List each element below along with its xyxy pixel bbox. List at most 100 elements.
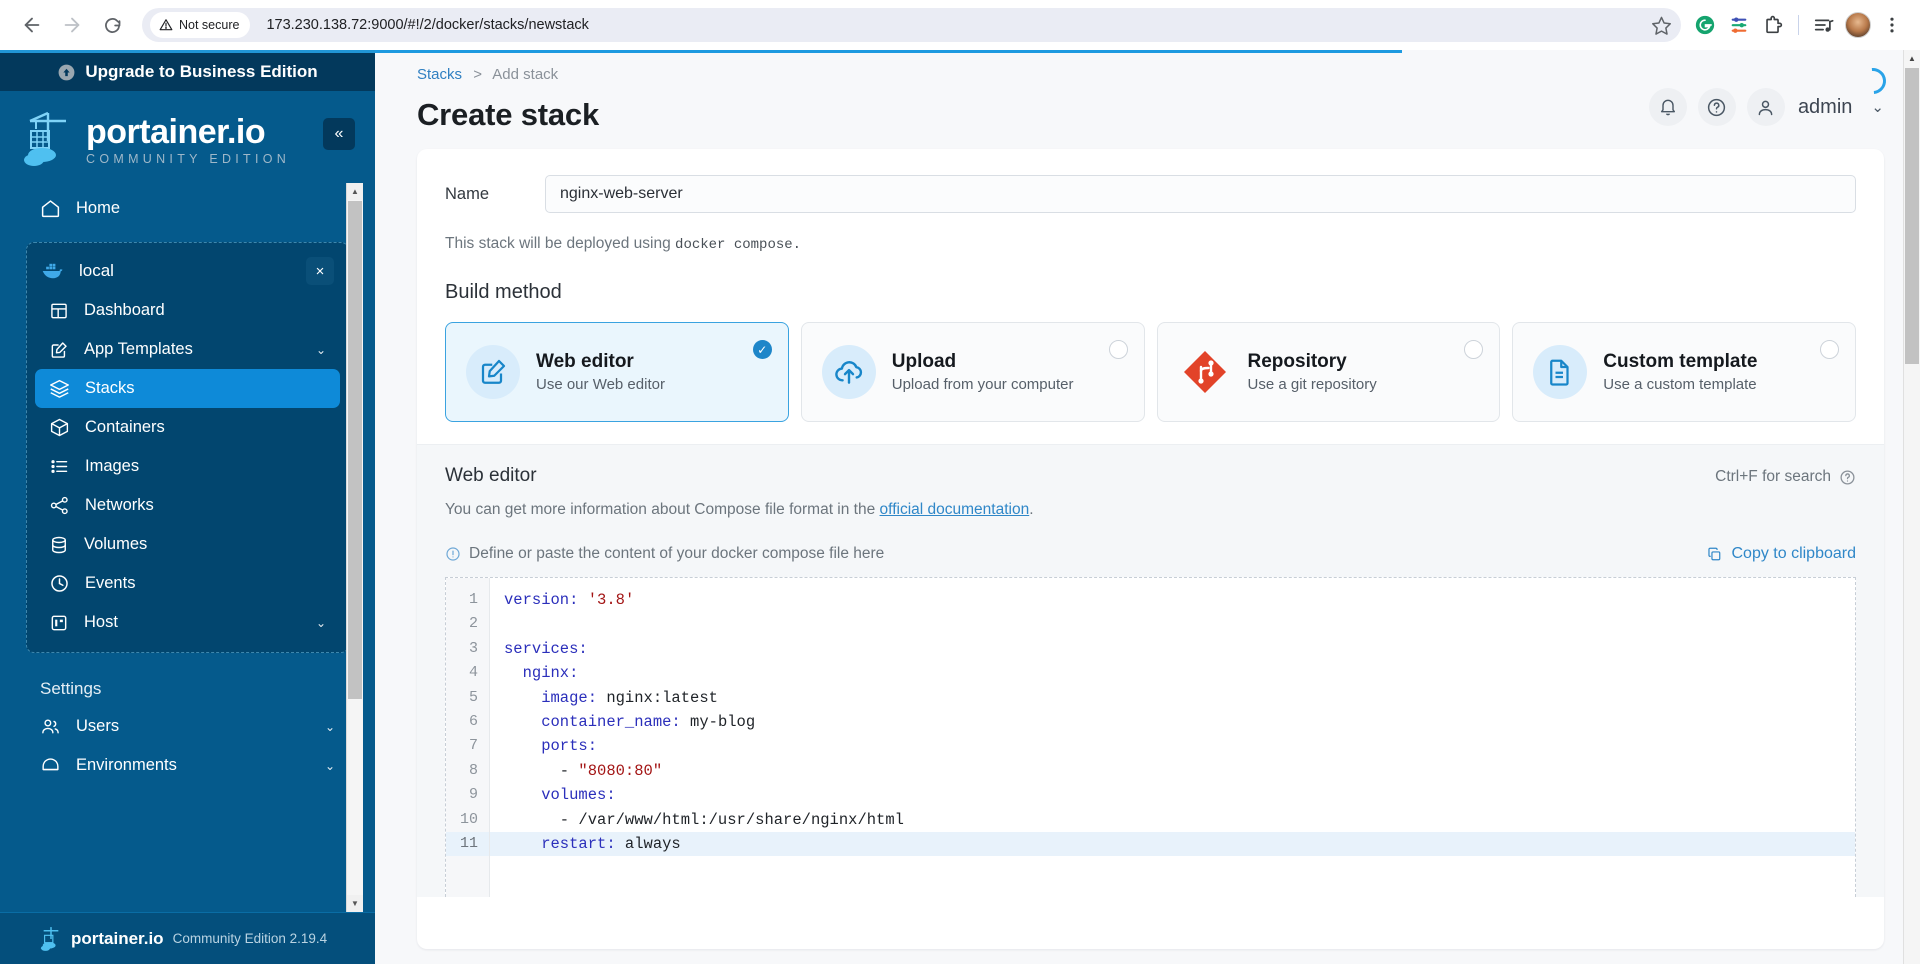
radio-unselected-icon[interactable] [1820,340,1839,359]
puzzle-extensions-button[interactable] [1757,9,1789,41]
sidebar-item-volumes[interactable]: Volumes [35,525,340,564]
sidebar-scrollbar[interactable]: ▲ ▼ [346,183,363,912]
stack-name-input[interactable] [545,175,1856,213]
color-filter-extension-button[interactable] [1723,9,1755,41]
forward-button[interactable] [52,5,92,45]
sidebar-item-users[interactable]: Users ⌄ [26,707,349,746]
breadcrumb-separator: > [473,66,482,83]
scroll-up-arrow-icon[interactable]: ▲ [347,183,363,200]
build-method-title-label: Custom template [1603,351,1758,372]
back-arrow-icon [24,17,40,33]
breadcrumb-stacks-link[interactable]: Stacks [417,66,462,83]
user-avatar-button[interactable] [1746,88,1785,126]
person-icon [1759,100,1773,115]
media-playlist-button[interactable] [1808,9,1840,41]
sidebar-item-events[interactable]: Events [35,564,340,603]
web-editor-note: Define or paste the content of your dock… [445,545,884,563]
sidebar-item-label: App Templates [84,340,193,358]
sidebar-item-home[interactable]: Home [26,189,349,228]
line-number: 6 [468,712,478,730]
web-editor-title: Web editor [445,465,537,486]
build-method-upload[interactable]: Upload Upload from your computer [800,322,1145,422]
security-label: Not secure [179,18,240,32]
code-line[interactable]: volumes: [490,783,1855,807]
sidebar-logo[interactable]: portainer.io COMMUNITY EDITION « [0,91,375,183]
sidebar-collapse-button[interactable]: « [323,118,355,150]
cloud-upload-icon [834,361,862,384]
star-icon [1651,16,1671,35]
code-token: image: [504,688,598,707]
code-area[interactable]: version: '3.8' services: nginx: image: n… [490,578,1855,897]
line-number: 8 [468,761,478,779]
code-line[interactable]: version: '3.8' [490,588,1855,612]
sidebar-item-label: Users [76,717,120,735]
collapse-chevron-icon: « [334,125,344,142]
code-line[interactable]: - /var/www/html:/usr/share/nginx/html [490,808,1855,832]
code-line[interactable]: - "8080:80" [490,759,1855,783]
sidebar-nav: Home local × Dashboard App Templates ⌄ S… [0,183,375,912]
sidebar-item-environments[interactable]: Environments ⌄ [26,746,349,785]
forward-arrow-icon [64,17,80,33]
list-icon [51,460,68,473]
code-line[interactable]: restart: always [490,831,1855,857]
line-number: 10 [459,810,478,828]
sidebar-item-stacks[interactable]: Stacks [35,369,340,408]
web-editor-search-hint: Ctrl+F for search [1715,468,1856,486]
page-title: Create stack [417,97,599,132]
code-token: container_name: [504,712,681,731]
sidebar-item-app-templates[interactable]: App Templates ⌄ [35,330,340,369]
sidebar-item-images[interactable]: Images [35,447,340,486]
code-line[interactable] [490,612,1855,636]
grammarly-extension-button[interactable] [1689,9,1721,41]
code-editor[interactable]: 1 2 3 4 5 6 7 8 9 10 11 version: '3.8' services: n… [445,577,1856,897]
chevron-down-icon[interactable]: ⌄ [1871,98,1884,116]
radio-unselected-icon[interactable] [1108,340,1128,359]
code-line[interactable]: services: [490,637,1855,661]
web-editor-icon-wrap [466,345,520,399]
custom-template-icon-wrap [1533,345,1588,399]
network-share-icon [50,496,68,515]
sidebar-item-networks[interactable]: Networks [35,486,340,525]
profile-button[interactable] [1842,9,1874,41]
security-indicator[interactable]: Not secure [150,12,251,38]
build-method-repository[interactable]: Repository Use a git repository [1156,322,1501,422]
logo-subtitle: COMMUNITY EDITION [86,151,291,166]
environment-header[interactable]: local × [27,251,348,291]
scroll-down-arrow-icon[interactable]: ▼ [347,895,363,912]
page-scrollbar[interactable]: ▲ [1903,50,1920,964]
code-line[interactable]: ports: [490,734,1855,758]
sidebar-item-label: Events [85,574,136,592]
sidebar-item-host[interactable]: Host ⌄ [35,603,340,642]
copy-to-clipboard-button[interactable]: Copy to clipboard [1706,545,1856,563]
back-button[interactable] [12,5,52,45]
sidebar-item-label: Stacks [85,379,135,397]
build-method-web-editor[interactable]: Web editor Use our Web editor ✓ [445,322,789,422]
question-circle-icon[interactable] [1839,469,1856,486]
upgrade-banner-button[interactable]: Upgrade to Business Edition [0,53,375,91]
browser-menu-button[interactable] [1876,9,1908,41]
radio-selected-icon[interactable]: ✓ [752,340,772,359]
radio-unselected-icon[interactable] [1464,340,1484,359]
sidebar-item-dashboard[interactable]: Dashboard [35,291,340,330]
help-button[interactable] [1697,88,1736,126]
bookmark-button[interactable] [1647,11,1675,39]
toolbar-divider [1798,15,1799,35]
upgrade-banner-label: Upgrade to Business Edition [85,62,318,81]
build-method-custom-template[interactable]: Custom template Use a custom template [1512,322,1856,422]
address-bar[interactable]: Not secure 173.230.138.72:9000/#!/2/dock… [142,8,1681,42]
sidebar-item-containers[interactable]: Containers [35,408,340,447]
line-number: 4 [468,664,478,682]
build-method-options: Web editor Use our Web editor ✓ Upload U… [445,322,1856,422]
sidebar: Upgrade to Business Edition portainer.io… [0,50,375,964]
notifications-button[interactable] [1648,88,1687,126]
code-line[interactable]: nginx: [490,661,1855,685]
code-line[interactable]: container_name: my-blog [490,710,1855,734]
official-documentation-link[interactable]: official documentation [880,501,1030,518]
reload-button[interactable] [92,5,132,45]
sidebar-scroll-thumb[interactable] [348,201,362,699]
scroll-up-arrow-icon[interactable]: ▲ [1904,50,1920,67]
environment-close-button[interactable]: × [306,257,334,285]
page-scroll-thumb[interactable] [1905,68,1919,364]
code-line[interactable]: image: nginx:latest [490,686,1855,710]
